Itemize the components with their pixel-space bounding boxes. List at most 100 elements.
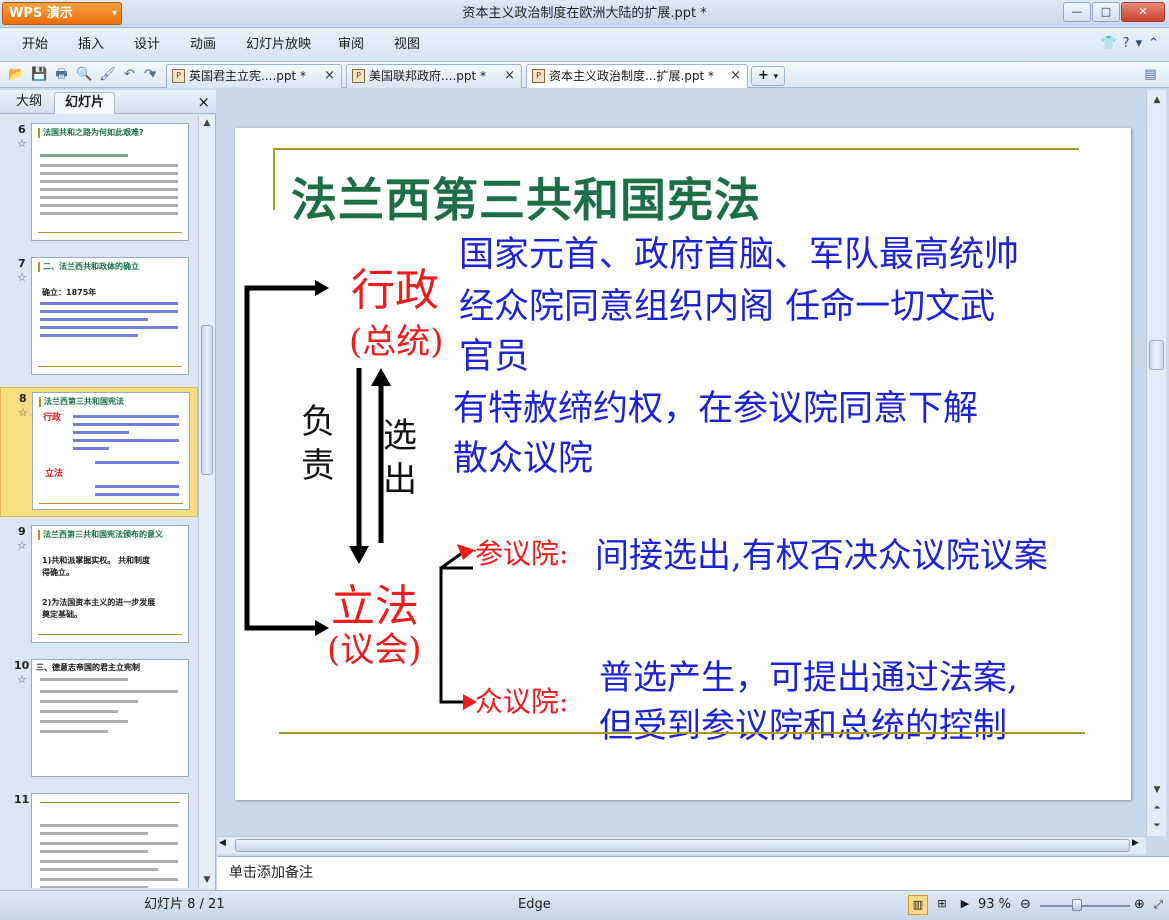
close-tab-icon[interactable]: ×	[324, 65, 335, 87]
deputies-text-line-2[interactable]: 但受到参议院和总统的控制	[599, 698, 1007, 747]
chevron-down-icon[interactable]: ▾	[1136, 36, 1143, 51]
slide-thumbnail-6[interactable]: 6 ☆ 法国共和之路为何如此艰难?	[0, 119, 198, 249]
slide-thumbnail-7[interactable]: 7 ☆ 二、法兰西共和政体的确立 确立：1875年	[0, 253, 198, 383]
ribbon-collapse-icon[interactable]: ⌃	[1148, 36, 1159, 51]
slide-number: 10	[14, 659, 30, 672]
next-slide-icon[interactable]: ⏷	[1149, 818, 1165, 834]
open-folder-icon[interactable]: 📂	[8, 66, 25, 83]
menu-slideshow[interactable]: 幻灯片放映	[246, 28, 311, 62]
deputies-text-line-1[interactable]: 普选产生，可提出通过法案,	[599, 650, 1018, 699]
slide-thumbnail-8[interactable]: 8 ☆ 法兰西第三共和国宪法 行政 立法	[0, 387, 198, 517]
executive-power-line-2[interactable]: 经众院同意组织内阁 任命一切文武	[459, 278, 995, 329]
doc-tab-3[interactable]: P 资本主义政治制度...扩展.ppt * ×	[526, 64, 748, 88]
thumbnail-text: 确立：1875年	[42, 288, 97, 297]
thumbnail-title: 法兰西第三共和国宪法	[39, 397, 183, 407]
scroll-left-icon[interactable]: ◀	[219, 838, 226, 848]
notes-pane[interactable]: 单击添加备注	[217, 856, 1169, 890]
slideshow-play-icon[interactable]: ▶	[955, 895, 975, 915]
thumbnail-text: 2)为法国资本主义的进一步发展	[42, 598, 156, 607]
scroll-down-icon[interactable]: ▼	[199, 872, 215, 888]
quick-access-toolbar: 📂 💾 🖶 🔍 🖌 ↶ ↷ ▾ P 英国君主立宪....ppt * × P 美国…	[0, 62, 1169, 88]
executive-power-line-4[interactable]: 有特赦缔约权，在参议院同意下解	[453, 380, 978, 431]
tab-outline[interactable]: 大纲	[6, 92, 52, 114]
save-icon[interactable]: 💾	[31, 66, 48, 83]
menu-review[interactable]: 审阅	[338, 28, 364, 62]
chevron-down-icon: ▾	[773, 72, 778, 82]
print-preview-icon[interactable]: 🔍	[76, 66, 93, 83]
zoom-in-icon[interactable]: ⊕	[1134, 891, 1145, 919]
close-tab-icon[interactable]: ×	[730, 65, 741, 87]
executive-sub-label[interactable]: (总统)	[349, 314, 444, 363]
executive-power-line-5[interactable]: 散众议院	[453, 430, 593, 481]
deputies-label[interactable]: 众议院:	[475, 680, 568, 720]
status-bar: 幻灯片 8 / 21 Edge ▥ ⊞ ▶ 93 % ⊖ ⊕ ⤢	[0, 890, 1169, 920]
thumbnail-preview: 法兰西第三共和国宪法 行政 立法	[32, 392, 190, 510]
close-tab-icon[interactable]: ×	[504, 65, 515, 87]
scroll-right-icon[interactable]: ▶	[1132, 838, 1139, 848]
horizontal-scrollbar[interactable]: ◀ ▶	[217, 836, 1146, 854]
thumbnail-title: 法兰西第三共和国宪法颁布的意义	[38, 530, 182, 540]
help-icon[interactable]: ?	[1123, 36, 1130, 51]
tab-list-icon[interactable]: ▤	[1142, 66, 1159, 83]
slide-number: 11	[14, 793, 30, 806]
animation-star-icon: ☆	[17, 673, 27, 686]
minimize-button[interactable]: —	[1063, 2, 1091, 22]
executive-label[interactable]: 行政	[351, 254, 439, 318]
close-window-button[interactable]: ✕	[1121, 2, 1165, 22]
undo-icon[interactable]: ↶	[121, 66, 138, 83]
slide-sorter-icon[interactable]: ⊞	[932, 895, 952, 915]
slide-thumbnail-9[interactable]: 9 ☆ 法兰西第三共和国宪法颁布的意义 1)共和派掌握实权。 共和制度 得确立。…	[0, 521, 198, 651]
thumbnail-text: 奠定基础。	[42, 610, 82, 619]
ppt-file-icon: P	[172, 69, 185, 83]
toolbar-dropdown-icon[interactable]: ▾	[147, 66, 159, 83]
slide-thumbnail-11[interactable]: 11	[0, 789, 198, 888]
senate-text[interactable]: 间接选出,有权否决众议院议案	[595, 528, 1048, 577]
slide-panel: 大纲 幻灯片 × 6 ☆ 法国共和之路为何如此艰难? 7 ☆ 二、法兰西共和政体…	[0, 90, 216, 890]
menu-design[interactable]: 设计	[134, 28, 160, 62]
animation-star-icon: ☆	[18, 406, 28, 419]
executive-power-line-1[interactable]: 国家元首、政府首脑、军队最高统帅	[459, 226, 1019, 277]
thumbnail-preview: 二、法兰西共和政体的确立 确立：1875年	[31, 257, 189, 375]
thumbnail-text: 立法	[45, 469, 64, 479]
scroll-thumb[interactable]	[235, 839, 1130, 852]
zoom-slider-handle[interactable]	[1072, 899, 1082, 911]
scroll-down-icon[interactable]: ▼	[1149, 782, 1165, 798]
maximize-button[interactable]: □	[1092, 2, 1120, 22]
close-panel-icon[interactable]: ×	[197, 92, 210, 112]
slide-thumbnail-10[interactable]: 10 ☆ 三、德意志帝国的君主立宪制	[0, 655, 198, 785]
menu-home[interactable]: 开始	[22, 28, 48, 62]
previous-slide-icon[interactable]: ⏶	[1149, 800, 1165, 816]
vertical-scrollbar[interactable]: ▲ ▼ ⏶ ⏷	[1146, 90, 1166, 836]
scroll-up-icon[interactable]: ▲	[199, 115, 215, 131]
slide-editor: 法兰西第三共和国宪法 行政 (总统) 国家元首、政府首脑、军队最高统帅 经众院同…	[217, 90, 1169, 856]
menu-insert[interactable]: 插入	[78, 28, 104, 62]
format-painter-icon[interactable]: 🖌	[99, 66, 116, 83]
print-icon[interactable]: 🖶	[53, 66, 70, 83]
scroll-up-icon[interactable]: ▲	[1149, 92, 1165, 108]
zoom-slider[interactable]	[1040, 905, 1130, 907]
menu-animation[interactable]: 动画	[190, 28, 216, 62]
legislative-sub-label[interactable]: (议会)	[327, 622, 422, 671]
scroll-thumb[interactable]	[1149, 340, 1164, 370]
slide-canvas[interactable]: 法兰西第三共和国宪法 行政 (总统) 国家元首、政府首脑、军队最高统帅 经众院同…	[235, 128, 1131, 800]
doc-tab-1[interactable]: P 英国君主立宪....ppt * ×	[166, 64, 342, 88]
animation-star-icon: ☆	[17, 271, 27, 284]
fit-window-icon[interactable]: ⤢	[1154, 891, 1163, 919]
skin-shirt-icon[interactable]: 👕	[1100, 36, 1116, 51]
senate-label[interactable]: 参议院:	[475, 532, 568, 572]
scroll-thumb[interactable]	[201, 325, 213, 475]
executive-power-line-3[interactable]: 官员	[459, 328, 529, 379]
elect-label-2: 出	[383, 460, 417, 500]
new-tab-button[interactable]: + ▾	[751, 66, 785, 86]
gold-rule-bottom	[279, 732, 1085, 734]
responsible-label-1: 负	[301, 402, 335, 442]
normal-view-icon[interactable]: ▥	[908, 895, 928, 915]
ppt-file-icon: P	[532, 69, 545, 83]
zoom-out-icon[interactable]: ⊖	[1020, 891, 1031, 919]
doc-tab-2[interactable]: P 美国联邦政府....ppt * ×	[346, 64, 522, 88]
menu-view[interactable]: 视图	[394, 28, 420, 62]
tab-slides[interactable]: 幻灯片	[54, 92, 116, 114]
panel-scrollbar[interactable]: ▲ ▼	[198, 115, 215, 888]
doc-tab-label: 美国联邦政府....ppt *	[369, 69, 487, 83]
theme-name: Edge	[518, 897, 551, 912]
